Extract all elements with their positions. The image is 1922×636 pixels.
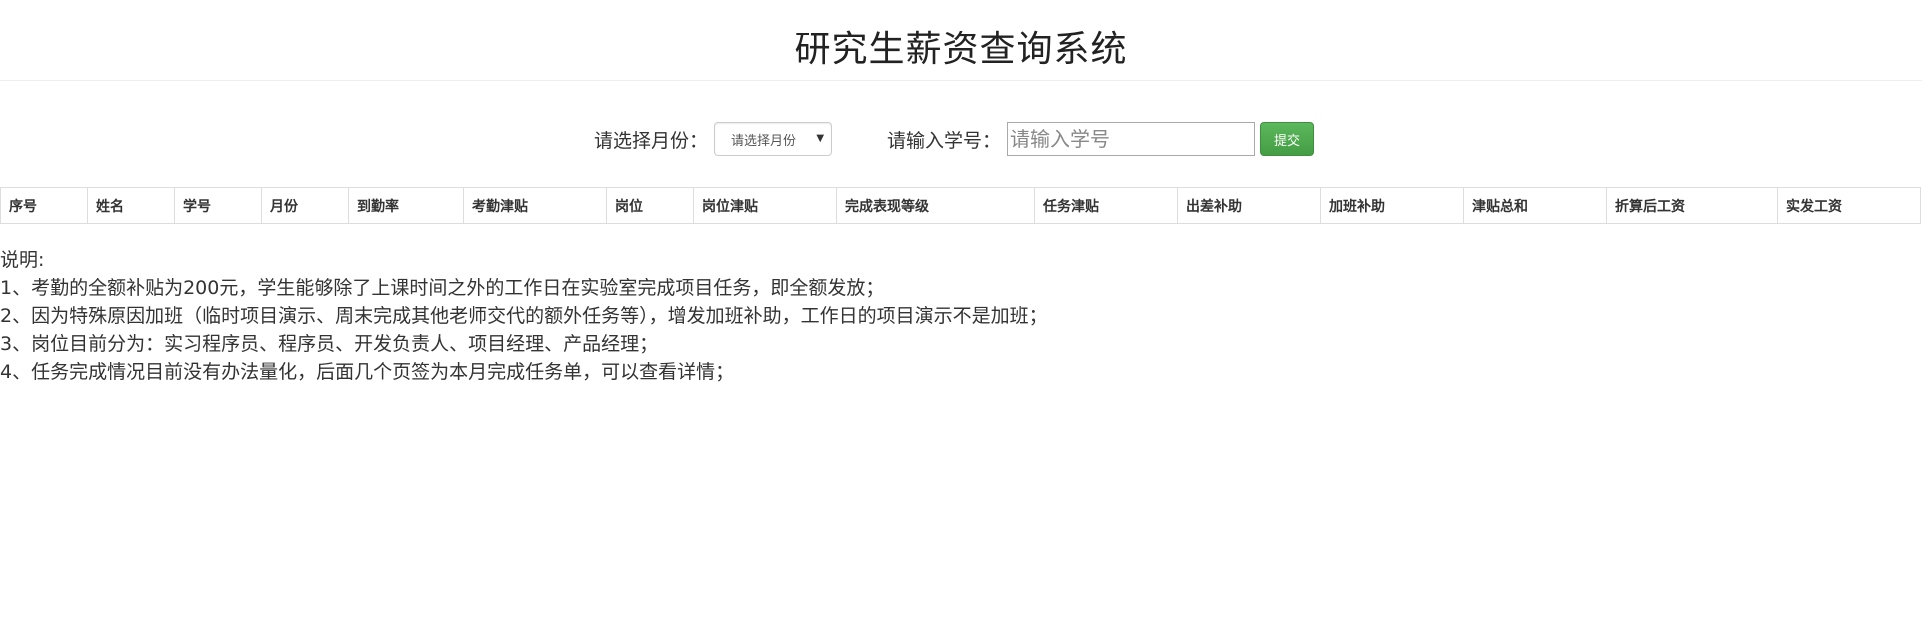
month-select-value: 请选择月份: [731, 133, 797, 149]
page-title: 研究生薪资查询系统: [794, 29, 1128, 70]
chevron-down-icon: ▼: [816, 133, 825, 144]
note-item: 2、因为特殊原因加班（临时项目演示、周末完成其他老师交代的额外任务等），增发加班…: [0, 305, 1048, 327]
column-header: 岗位津贴: [693, 187, 837, 224]
month-label: 请选择月份：: [594, 129, 709, 152]
column-header: 任务津贴: [1034, 187, 1178, 224]
column-header: 考勤津贴: [463, 187, 607, 224]
notes-section: 说明: 1、考勤的全额补贴为200元，学生能够除了上课时间之外的工作日在实验室完…: [0, 246, 1922, 386]
student-id-input[interactable]: [1007, 122, 1256, 156]
student-id-group: 请输入学号： 提交: [887, 122, 1315, 156]
page-header: 研究生薪资查询系统: [0, 0, 1922, 81]
column-header: 岗位: [606, 187, 694, 224]
column-header: 学号: [174, 187, 262, 224]
column-header: 月份: [261, 187, 349, 224]
note-item: 1、考勤的全额补贴为200元，学生能够除了上课时间之外的工作日在实验室完成项目任…: [0, 277, 885, 299]
column-header: 到勤率: [348, 187, 464, 224]
salary-table: 序号 姓名 学号 月份 到勤率 考勤津贴 岗位 岗位津贴 完成表现等级 任务津贴…: [0, 187, 1921, 224]
note-item: 4、任务完成情况目前没有办法量化，后面几个页签为本月完成任务单，可以查看详情；: [0, 361, 735, 383]
submit-button[interactable]: 提交: [1260, 122, 1315, 156]
column-header: 津贴总和: [1463, 187, 1607, 224]
month-group: 请选择月份： 请选择月份 ▼: [594, 122, 833, 156]
table-header-row: 序号 姓名 学号 月份 到勤率 考勤津贴 岗位 岗位津贴 完成表现等级 任务津贴…: [0, 187, 1921, 224]
column-header: 折算后工资: [1606, 187, 1778, 224]
notes-heading: 说明:: [0, 249, 45, 271]
column-header: 实发工资: [1777, 187, 1921, 224]
column-header: 完成表现等级: [836, 187, 1035, 224]
note-item: 3、岗位目前分为：实习程序员、程序员、开发负责人、项目经理、产品经理；: [0, 333, 659, 355]
column-header: 姓名: [87, 187, 175, 224]
student-id-label: 请输入学号：: [887, 129, 1002, 152]
column-header: 序号: [0, 187, 88, 224]
column-header: 加班补助: [1320, 187, 1464, 224]
query-form: 请选择月份： 请选择月份 ▼ 请输入学号： 提交: [0, 81, 1922, 187]
month-select[interactable]: 请选择月份 ▼: [714, 122, 833, 156]
column-header: 出差补助: [1177, 187, 1321, 224]
